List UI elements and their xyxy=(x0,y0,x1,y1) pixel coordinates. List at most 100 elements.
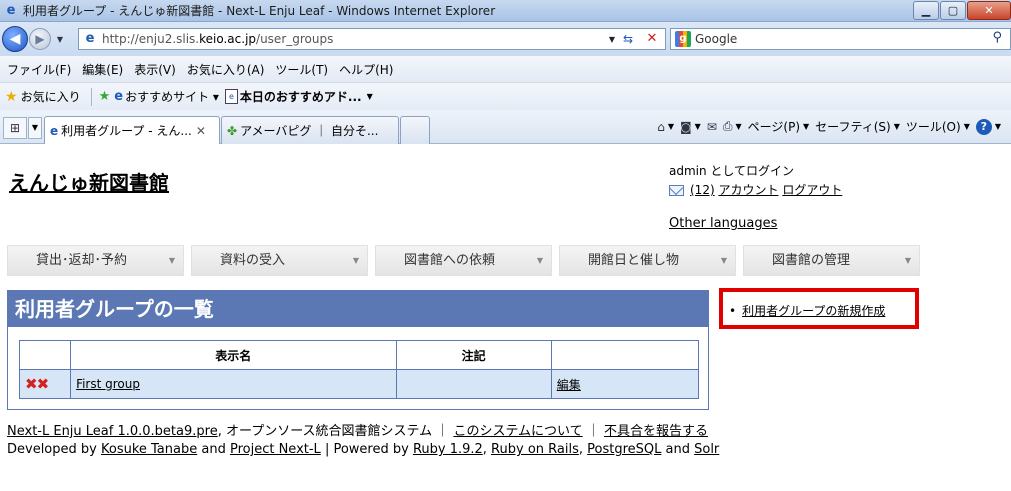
nav-events[interactable]: 開館日と催し物 ▼ xyxy=(559,245,736,276)
ruby-link[interactable]: Ruby 1.9.2 xyxy=(413,442,483,457)
account-link[interactable]: アカウント xyxy=(718,181,778,200)
table-header-row: 表示名 注記 xyxy=(18,340,700,370)
chevron-down-icon: ▼ xyxy=(536,256,543,265)
list-item: • 利用者グループの新規作成 xyxy=(729,302,885,319)
address-dropdown-icon[interactable]: ▼ xyxy=(609,35,615,44)
tab-label: 利用者グループ - えん... xyxy=(61,124,192,138)
new-user-group-link[interactable]: 利用者グループの新規作成 xyxy=(742,304,885,318)
menu-bar: ファイル(F) 編集(E) 表示(V) お気に入り(A) ツール(T) ヘルプ(… xyxy=(0,56,1011,82)
window-titlebar: e 利用者グループ - えんじゅ新図書館 - Next-L Enju Leaf … xyxy=(0,0,1011,22)
tools-menu[interactable]: ツール(O) xyxy=(906,118,961,135)
main-nav: 貸出･返却･予約 ▼ 資料の受入 ▼ 図書館への依頼 ▼ 開館日と催し物 ▼ 図書館の管… xyxy=(7,245,927,276)
web-slice-button[interactable]: 本日のおすすめアド... xyxy=(240,88,362,105)
nav-requests[interactable]: 図書館への依頼 ▼ xyxy=(375,245,552,276)
delete-icon[interactable]: ✖✖ xyxy=(25,375,49,393)
report-bug-link[interactable]: 不具合を報告する xyxy=(604,424,708,439)
edit-cell: 編集 xyxy=(550,369,700,399)
home-icon[interactable]: ⌂ xyxy=(657,120,665,134)
mail-icon[interactable]: ✉ xyxy=(707,120,717,134)
chevron-down-icon: ▼ xyxy=(720,256,727,265)
chevron-down-icon: ▼ xyxy=(904,256,911,265)
column-header xyxy=(18,340,72,370)
group-name-link[interactable]: First group xyxy=(76,377,140,391)
address-bar[interactable]: e http://enju2.slis.keio.ac.jp/user_grou… xyxy=(78,28,666,50)
window-controls: ▁ ▢ ✕ xyxy=(912,1,1011,20)
address-toolbar: ◀ ▶ ▼ e http://enju2.slis.keio.ac.jp/use… xyxy=(0,22,1011,56)
arrow-right-icon: ▶ xyxy=(35,32,45,46)
menu-help[interactable]: ヘルプ(H) xyxy=(339,61,393,78)
google-icon: g xyxy=(675,31,691,47)
close-icon[interactable]: ✕ xyxy=(196,124,206,138)
safety-menu[interactable]: セーフティ(S) xyxy=(815,118,891,135)
help-icon[interactable]: ? xyxy=(975,118,992,135)
page-title: 利用者グループの一覧 xyxy=(8,291,708,327)
delete-cell: ✖✖ xyxy=(18,369,72,399)
search-box[interactable]: g Google ⚲ xyxy=(670,28,1011,50)
menu-file[interactable]: ファイル(F) xyxy=(7,61,71,78)
search-icon[interactable]: ⚲ xyxy=(992,30,1002,45)
postgresql-link[interactable]: PostgreSQL xyxy=(587,442,661,457)
refresh-icon[interactable]: ⇆ xyxy=(618,30,638,48)
table-row: ✖✖ First group 編集 xyxy=(18,369,700,399)
leaf-icon: ✤ xyxy=(227,123,238,138)
user-groups-panel: 利用者グループの一覧 表示名 注記 ✖✖ First group 編集 xyxy=(7,290,709,410)
library-title-link[interactable]: えんじゅ新図書館 xyxy=(9,167,169,196)
product-link[interactable]: Next-L Enju Leaf 1.0.0.beta9.pre xyxy=(7,424,218,439)
menu-tools[interactable]: ツール(T) xyxy=(275,61,328,78)
favorites-bar: ★ お気に入り ★ e おすすめサイト ▾ e 本日のおすすめアド... ▼ xyxy=(0,82,1011,110)
messages-link[interactable]: (12) xyxy=(690,181,715,200)
name-cell: First group xyxy=(70,369,397,399)
nav-circulation[interactable]: 貸出･返却･予約 ▼ xyxy=(7,245,184,276)
tab-label: アメーバピグ ｜ 自分そ... xyxy=(240,124,379,138)
maximize-button[interactable]: ▢ xyxy=(940,1,966,20)
forward-button[interactable]: ▶ xyxy=(29,28,51,50)
chevron-down-icon[interactable]: ▼ xyxy=(367,92,373,101)
web-slice-icon: e xyxy=(224,89,238,104)
stop-icon[interactable]: ✕ xyxy=(642,30,662,48)
star-icon: ★ xyxy=(5,88,18,105)
project-link[interactable]: Project Next-L xyxy=(230,442,321,457)
quick-tabs-button[interactable]: ⊞ xyxy=(3,117,27,139)
solr-link[interactable]: Solr xyxy=(694,442,719,457)
command-bar: ⌂ ▼ ◙ ▼ ✉ ⎙ ▼ ページ(P) ▼ セーフティ(S) ▼ ツール(O) ▼ ? ▼ xyxy=(657,118,1001,135)
menu-favorites[interactable]: お気に入り(A) xyxy=(187,61,265,78)
back-button[interactable]: ◀ xyxy=(2,26,28,52)
ie-icon: e xyxy=(114,89,124,104)
nav-acquisition[interactable]: 資料の受入 ▼ xyxy=(191,245,368,276)
page-menu[interactable]: ページ(P) xyxy=(748,118,800,135)
window-title: 利用者グループ - えんじゅ新図書館 - Next-L Enju Leaf - … xyxy=(23,4,496,18)
tab-ameba-pigg[interactable]: ✤ アメーバピグ ｜ 自分そ... xyxy=(221,116,399,144)
other-languages-link[interactable]: Other languages xyxy=(669,214,777,233)
bullet-icon: • xyxy=(729,304,737,318)
minimize-button[interactable]: ▁ xyxy=(913,1,939,20)
search-input[interactable]: Google xyxy=(695,32,737,46)
favorites-button[interactable]: お気に入り xyxy=(21,88,81,105)
grid-icon: ⊞ xyxy=(9,121,21,135)
logout-link[interactable]: ログアウト xyxy=(782,181,842,200)
about-link[interactable]: このシステムについて xyxy=(453,424,582,439)
footer-line-2: Developed by Kosuke Tanabe and Project N… xyxy=(7,442,720,457)
column-header xyxy=(550,340,700,370)
edit-link[interactable]: 編集 xyxy=(557,378,581,392)
login-status: admin としてログイン xyxy=(669,164,795,178)
rails-link[interactable]: Ruby on Rails xyxy=(491,442,579,457)
address-input[interactable]: http://enju2.slis.keio.ac.jp/user_groups xyxy=(102,32,333,46)
user-groups-table: 表示名 注記 ✖✖ First group 編集 xyxy=(18,340,700,399)
new-tab-button[interactable] xyxy=(400,116,430,144)
add-favorite-icon[interactable]: ★ xyxy=(99,89,111,104)
menu-edit[interactable]: 編集(E) xyxy=(82,61,123,78)
column-header-display-name: 表示名 xyxy=(70,340,397,370)
nav-admin[interactable]: 図書館の管理 ▼ xyxy=(743,245,920,276)
history-dropdown[interactable]: ▼ xyxy=(54,35,66,44)
menu-view[interactable]: 表示(V) xyxy=(134,61,176,78)
close-button[interactable]: ✕ xyxy=(967,1,1011,20)
footer-line-1: Next-L Enju Leaf 1.0.0.beta9.pre, オープンソー… xyxy=(7,424,708,439)
tab-list-button[interactable]: ▼ xyxy=(28,117,42,139)
developer-link[interactable]: Kosuke Tanabe xyxy=(101,442,197,457)
mail-icon xyxy=(669,185,684,196)
rss-icon[interactable]: ◙ xyxy=(680,120,692,134)
divider xyxy=(90,87,92,106)
tab-user-groups[interactable]: e 利用者グループ - えん... ✕ xyxy=(44,116,220,144)
suggested-sites-button[interactable]: おすすめサイト ▾ xyxy=(125,88,219,105)
print-icon[interactable]: ⎙ xyxy=(723,119,733,134)
